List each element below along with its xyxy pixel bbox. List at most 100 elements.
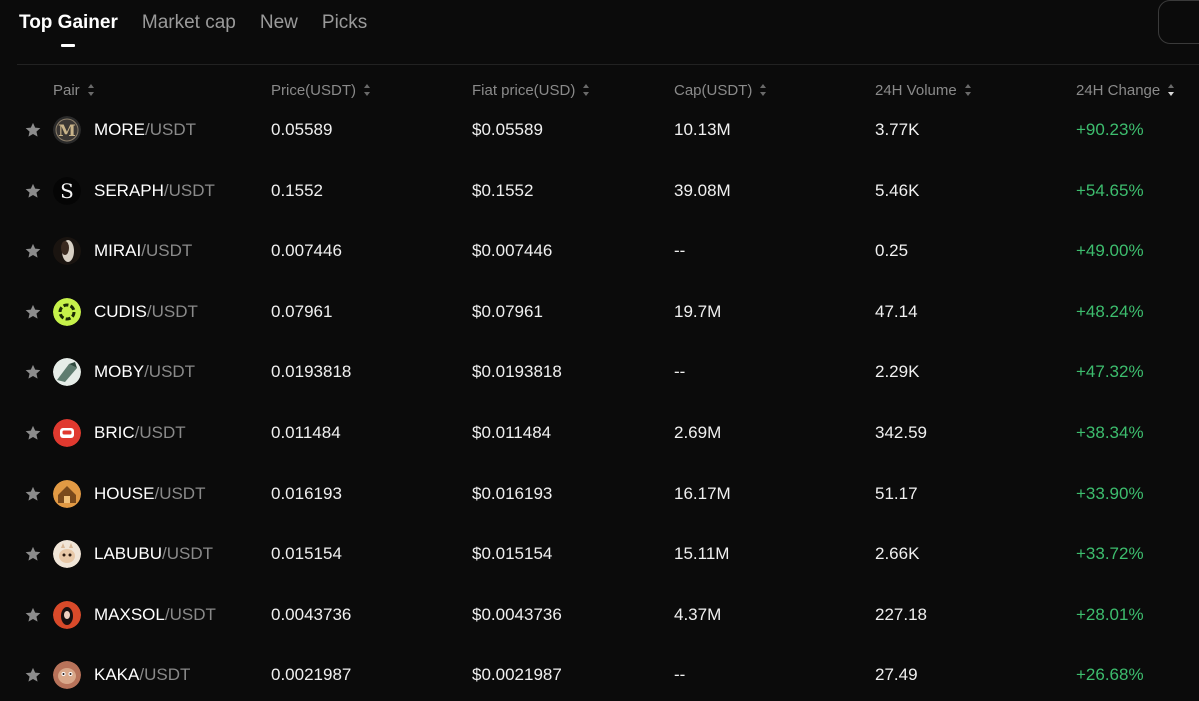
bric-coin-icon	[53, 418, 81, 447]
table-row[interactable]: LABUBU/USDT 0.015154 $0.015154 15.11M 2.…	[0, 524, 1199, 585]
change-cell: +33.90%	[1076, 483, 1144, 503]
price-cell: 0.015154	[271, 544, 342, 564]
column-header-price-label: Price(USDT)	[271, 82, 356, 99]
pair-base: HOUSE	[94, 483, 155, 503]
pair-quote: /USDT	[139, 665, 191, 685]
volume-cell: 47.14	[875, 301, 918, 321]
price-cell: 0.016193	[271, 483, 342, 503]
pair-quote: /USDT	[162, 544, 214, 564]
column-header-change-label: 24H Change	[1076, 82, 1161, 99]
pair-quote: /USDT	[141, 241, 193, 261]
star-icon[interactable]	[24, 606, 42, 624]
tab-picks[interactable]: Picks	[322, 0, 367, 46]
pair-cell: SERAPH/USDT	[94, 161, 215, 221]
tab-new[interactable]: New	[260, 0, 298, 46]
cap-cell: 10.13M	[674, 120, 731, 139]
mirai-coin-icon	[53, 237, 81, 266]
change-cell: +47.32%	[1076, 362, 1144, 382]
cap-cell: 4.37M	[674, 604, 722, 624]
change-cell: +48.24%	[1076, 301, 1144, 321]
pair-quote: /USDT	[154, 483, 206, 503]
change-cell: +26.68%	[1076, 665, 1144, 685]
maxsol-coin-icon	[53, 600, 81, 629]
seraph-coin-icon: S	[53, 176, 81, 205]
pair-cell: MAXSOL/USDT	[94, 585, 216, 645]
fiat-price-cell: $0.007446	[472, 241, 553, 261]
table-row[interactable]: KAKA/USDT 0.0021987 $0.0021987 -- 27.49 …	[0, 645, 1199, 701]
svg-text:M: M	[58, 121, 76, 140]
pair-cell: MIRAI/USDT	[94, 221, 192, 281]
price-cell: 0.007446	[271, 241, 342, 261]
price-cell: 0.011484	[271, 422, 341, 442]
price-cell: 0.07961	[271, 301, 333, 321]
change-cell: +54.65%	[1076, 180, 1144, 200]
pair-cell: MOBY/USDT	[94, 342, 195, 402]
pair-base: BRIC	[94, 422, 135, 442]
fiat-price-cell: $0.016193	[472, 483, 553, 503]
price-cell: 0.0021987	[271, 665, 352, 685]
fiat-price-cell: $0.07961	[472, 301, 543, 321]
change-cell: +49.00%	[1076, 241, 1144, 261]
labubu-coin-icon	[53, 540, 81, 569]
pair-cell: CUDIS/USDT	[94, 282, 198, 342]
search-input[interactable]	[1158, 0, 1199, 44]
cap-cell: --	[674, 362, 686, 382]
change-cell: +38.34%	[1076, 422, 1144, 442]
fiat-price-cell: $0.05589	[472, 120, 543, 139]
volume-cell: 3.77K	[875, 120, 920, 139]
fiat-price-cell: $0.1552	[472, 180, 534, 200]
markets-page: Top Gainer Market cap New Picks Pair Pri…	[0, 0, 1199, 701]
table-row[interactable]: M MORE/USDT 0.05589 $0.05589 10.13M 3.77…	[0, 100, 1199, 161]
table-row[interactable]: HOUSE/USDT 0.016193 $0.016193 16.17M 51.…	[0, 464, 1199, 525]
star-icon[interactable]	[24, 182, 42, 200]
cap-cell: 19.7M	[674, 301, 722, 321]
price-cell: 0.05589	[271, 120, 333, 139]
cap-cell: 15.11M	[674, 544, 730, 564]
cap-cell: 2.69M	[674, 422, 722, 442]
volume-cell: 5.46K	[875, 180, 920, 200]
price-cell: 0.1552	[271, 180, 323, 200]
cap-cell: --	[674, 241, 686, 261]
fiat-price-cell: $0.0193818	[472, 362, 562, 382]
star-icon[interactable]	[24, 363, 42, 381]
change-cell: +33.72%	[1076, 544, 1144, 564]
pair-cell: BRIC/USDT	[94, 403, 186, 463]
sort-icon	[583, 84, 590, 97]
pair-cell: HOUSE/USDT	[94, 464, 205, 524]
pair-quote: /USDT	[164, 604, 216, 624]
pair-base: MOBY	[94, 362, 145, 382]
table-row[interactable]: S SERAPH/USDT 0.1552 $0.1552 39.08M 5.46…	[0, 161, 1199, 222]
pair-base: CUDIS	[94, 301, 147, 321]
svg-text:S: S	[60, 179, 74, 203]
volume-cell: 27.49	[875, 665, 918, 685]
star-icon[interactable]	[24, 424, 42, 442]
kaka-coin-icon	[53, 661, 81, 690]
price-cell: 0.0193818	[271, 362, 352, 382]
star-icon[interactable]	[24, 545, 42, 563]
price-cell: 0.0043736	[271, 604, 352, 624]
star-icon[interactable]	[24, 242, 42, 260]
table-row[interactable]: MOBY/USDT 0.0193818 $0.0193818 -- 2.29K …	[0, 342, 1199, 403]
fiat-price-cell: $0.0043736	[472, 604, 562, 624]
table-row[interactable]: MIRAI/USDT 0.007446 $0.007446 -- 0.25 +4…	[0, 221, 1199, 282]
tab-top-gainer[interactable]: Top Gainer	[19, 0, 118, 46]
table-row[interactable]: MAXSOL/USDT 0.0043736 $0.0043736 4.37M 2…	[0, 585, 1199, 646]
tab-market-cap[interactable]: Market cap	[142, 0, 236, 46]
pair-quote: /USDT	[144, 362, 196, 382]
pair-base: MORE	[94, 120, 145, 139]
market-tabs: Top Gainer Market cap New Picks	[19, 0, 367, 64]
pair-base: LABUBU	[94, 544, 163, 564]
pair-base: SERAPH	[94, 180, 164, 200]
pair-base: MAXSOL	[94, 604, 165, 624]
star-icon[interactable]	[24, 485, 42, 503]
table-row[interactable]: BRIC/USDT 0.011484 $0.011484 2.69M 342.5…	[0, 403, 1199, 464]
star-icon[interactable]	[24, 121, 42, 139]
house-coin-icon	[53, 479, 81, 508]
star-icon[interactable]	[24, 666, 42, 684]
sort-desc-icon	[1168, 84, 1175, 97]
table-row[interactable]: CUDIS/USDT 0.07961 $0.07961 19.7M 47.14 …	[0, 282, 1199, 343]
star-icon[interactable]	[24, 303, 42, 321]
column-header-pair-label: Pair	[53, 82, 80, 99]
column-header-volume-label: 24H Volume	[875, 82, 957, 99]
column-header-fiat-label: Fiat price(USD)	[472, 82, 576, 99]
